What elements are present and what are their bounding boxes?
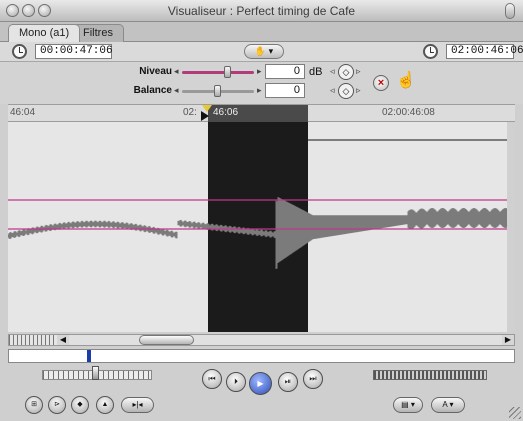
waveform-svg	[8, 122, 515, 332]
level-value-field[interactable]: 0	[265, 64, 305, 79]
level-next-keyframe-icon[interactable]: ▹	[356, 66, 361, 77]
view-popup-button[interactable]: ▤ ▾	[393, 397, 423, 413]
jog-thumb[interactable]	[92, 366, 99, 380]
mark-out-icon[interactable]: ⊳	[48, 396, 66, 414]
transport-bar: ⏮ ⏵ ▶ ⏯ ⏭ ⊞ ⊳ ◆ ▲ ▸|◂ ▤ ▾ A ▾	[0, 364, 523, 421]
next-edit-icon[interactable]: ⏭	[303, 369, 323, 389]
shuttle-control[interactable]	[373, 370, 487, 380]
pan-label: Balance	[133, 85, 172, 96]
timeline-ruler[interactable]: 46:04 02: 46:06 02:00:46:08	[8, 104, 515, 122]
pan-value-field[interactable]: 0	[265, 83, 305, 98]
ruler-label-in: 46:06	[213, 107, 239, 118]
mark-in-icon[interactable]: ⊞	[25, 396, 43, 414]
play-around-icon[interactable]: ⏯	[278, 372, 298, 392]
toolbar-toggle-button[interactable]	[505, 3, 515, 19]
scroll-left-icon[interactable]: ◀	[57, 335, 69, 345]
duration-clock-icon	[423, 44, 438, 59]
timecode-toolbar: 00:00:47:06 ✋ ▾ 02:00:46:06	[0, 42, 523, 62]
in-point-icon[interactable]	[201, 111, 209, 121]
drag-hand-popup-button[interactable]: ✋ ▾	[244, 44, 284, 59]
pan-next-keyframe-icon[interactable]: ▹	[356, 85, 361, 96]
add-keyframe-icon[interactable]: ◆	[71, 396, 89, 414]
pan-slider-thumb[interactable]	[214, 85, 221, 97]
pan-keyframe-button[interactable]: ◇	[338, 83, 354, 99]
current-timecode-field[interactable]: 00:00:47:06	[35, 44, 113, 59]
clock-icon	[12, 44, 27, 59]
scroll-right-icon[interactable]: ▶	[502, 335, 514, 345]
level-keyframe-button[interactable]: ◇	[338, 64, 354, 80]
match-frame-icon[interactable]: ▸|◂	[121, 397, 154, 413]
reset-button[interactable]: ×	[373, 75, 389, 91]
window-title: Visualiseur : Perfect timing de Cafe	[167, 4, 356, 18]
pan-increase-icon[interactable]: ▸	[257, 85, 262, 96]
window-titlebar: Visualiseur : Perfect timing de Cafe	[0, 0, 523, 22]
ruler-label-mid: 02:	[183, 107, 197, 118]
level-slider[interactable]	[182, 71, 254, 74]
zoom-ruler[interactable]	[9, 335, 57, 345]
level-slider-thumb[interactable]	[224, 66, 231, 78]
play-icon[interactable]: ▶	[249, 372, 272, 395]
mini-timeline[interactable]	[8, 349, 515, 363]
duration-timecode-field[interactable]: 02:00:46:06	[446, 44, 523, 59]
previous-edit-icon[interactable]: ⏮	[202, 369, 222, 389]
level-label: Niveau	[139, 66, 172, 77]
ruler-label-left: 46:04	[10, 107, 36, 118]
horizontal-scrollbar[interactable]: ◀ ▶	[8, 334, 515, 346]
play-in-to-out-icon[interactable]: ⏵	[226, 372, 246, 392]
tab-mono-a1[interactable]: Mono (a1)	[8, 24, 81, 42]
add-marker-icon[interactable]: ▲	[96, 396, 114, 414]
vertical-scroll[interactable]	[507, 122, 515, 332]
level-unit: dB	[309, 66, 323, 78]
channel-popup-button[interactable]: A ▾	[431, 397, 465, 413]
level-prev-keyframe-icon[interactable]: ◃	[330, 66, 335, 77]
mini-playhead[interactable]	[87, 350, 91, 362]
resize-grip-icon[interactable]	[509, 407, 521, 419]
hand-pointer-icon: ☝	[396, 72, 416, 89]
scroll-thumb[interactable]	[139, 335, 194, 345]
level-increase-icon[interactable]: ▸	[257, 66, 262, 77]
ruler-label-right: 02:00:46:08	[382, 107, 435, 118]
audio-controls: Niveau ◂ ▸ 0 dB ◃ ◇ ▹ Balance ◂ ▸ 0 ◃ ◇ …	[0, 62, 523, 104]
pan-prev-keyframe-icon[interactable]: ◃	[330, 85, 335, 96]
pan-decrease-icon[interactable]: ◂	[174, 85, 179, 96]
level-decrease-icon[interactable]: ◂	[174, 66, 179, 77]
tab-bar: Mono (a1) Filtres	[0, 22, 523, 42]
audio-waveform-area[interactable]	[8, 122, 515, 332]
